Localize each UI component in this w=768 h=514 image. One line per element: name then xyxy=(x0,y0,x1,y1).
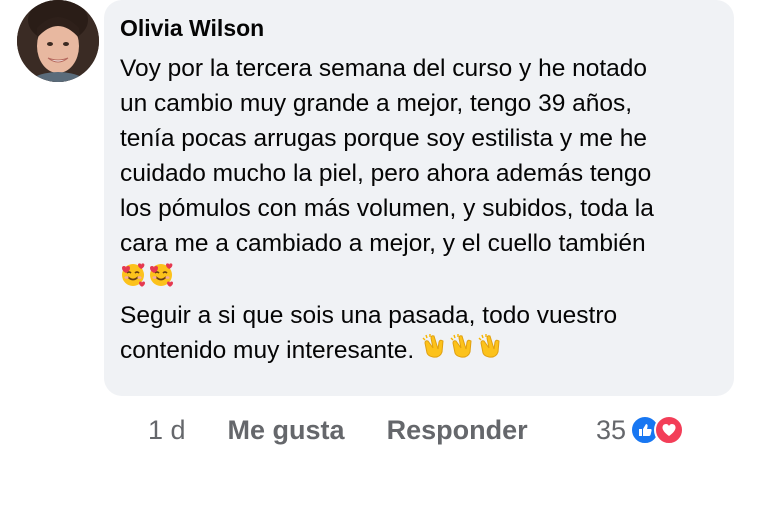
avatar[interactable] xyxy=(17,0,99,82)
comment-text: Voy por la tercera semana del curso y he… xyxy=(120,51,718,369)
comment: Olivia Wilson Voy por la tercera semana … xyxy=(0,0,768,514)
clapping-hands-icon xyxy=(421,333,447,369)
comment-line-text: contenido muy interesante. xyxy=(120,336,415,364)
comment-line: los pómulos con más volumen, y subidos, … xyxy=(120,195,654,222)
like-button[interactable]: Me gusta xyxy=(228,415,345,446)
comment-author[interactable]: Olivia Wilson xyxy=(120,13,718,43)
smiling-face-with-hearts-icon xyxy=(120,262,146,298)
reaction-summary[interactable]: 35 xyxy=(596,410,685,450)
comment-timestamp[interactable]: 1 d xyxy=(148,415,186,446)
comment-line: un cambio muy grande a mejor, tengo 39 a… xyxy=(120,90,633,117)
comment-line: Seguir a si que sois una pasada, todo vu… xyxy=(120,301,618,329)
comment-line: Voy por la tercera semana del curso y he… xyxy=(120,55,648,82)
smiling-face-with-hearts-icon xyxy=(148,262,174,298)
comment-actions: 1 d Me gusta Responder xyxy=(148,410,570,450)
comment-bubble: Olivia Wilson Voy por la tercera semana … xyxy=(104,0,734,396)
love-reaction-icon xyxy=(654,415,685,445)
comment-line: cara me a cambiado a mejor, y el cuello … xyxy=(120,230,646,257)
clapping-hands-icon xyxy=(477,333,503,369)
reply-button[interactable]: Responder xyxy=(387,415,528,446)
comment-line: cuidado mucho la piel, pero ahora además… xyxy=(120,160,652,187)
clapping-hands-icon xyxy=(449,333,475,369)
comment-line: tenía pocas arrugas porque soy estilista… xyxy=(120,125,648,152)
emoji-line xyxy=(120,261,718,298)
reaction-count: 35 xyxy=(596,414,627,445)
comment-line-last: contenido muy interesante. xyxy=(120,333,718,370)
